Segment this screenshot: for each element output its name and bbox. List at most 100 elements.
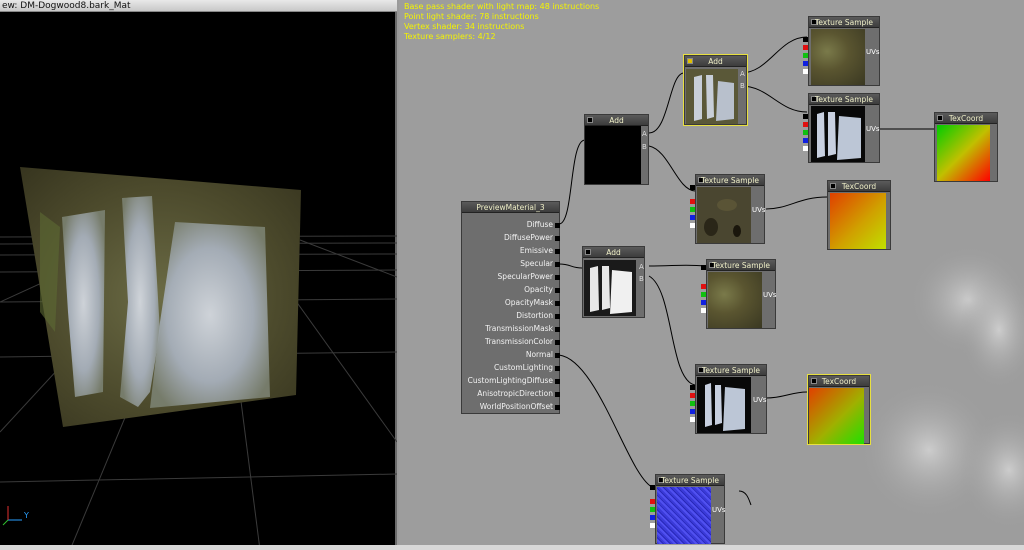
output-rgb-pin[interactable] <box>803 37 808 42</box>
texcoord-node[interactable]: TexCoord <box>934 112 998 182</box>
node-title: Add <box>609 116 624 125</box>
input-customlightingdiffuse-pin[interactable] <box>555 379 560 384</box>
material-graph-canvas[interactable]: Base pass shader with light map: 48 inst… <box>399 0 1024 545</box>
node-title: PreviewMaterial_3 <box>476 203 545 212</box>
output-alpha-pin[interactable] <box>650 523 655 528</box>
output-blue-pin[interactable] <box>803 138 808 143</box>
input-diffusepower-label: DiffusePower <box>504 233 553 242</box>
input-worldpositionoffset-pin[interactable] <box>555 405 560 410</box>
output-rgb-pin[interactable] <box>803 114 808 119</box>
output-rgb-pin[interactable] <box>690 385 695 390</box>
uvs-label: UVs <box>752 206 766 214</box>
output-green-pin[interactable] <box>803 130 808 135</box>
output-alpha-pin[interactable] <box>803 69 808 74</box>
add-input-b-label: B <box>642 143 647 151</box>
output-rgb-pin[interactable] <box>701 265 706 270</box>
output-green-pin[interactable] <box>690 401 695 406</box>
output-blue-pin[interactable] <box>701 300 706 305</box>
add-node-selected[interactable]: Add A B <box>683 54 748 126</box>
uvs-label: UVs <box>712 506 726 514</box>
material-preview-viewport[interactable]: ew: DM-Dogwood8.bark_Mat Y <box>0 0 397 550</box>
node-header: Texture Sample <box>656 475 724 486</box>
texture-sample-node-normal[interactable]: Texture Sample UVs <box>650 474 726 544</box>
axis-gizmo <box>2 506 22 526</box>
output-alpha-pin[interactable] <box>690 223 695 228</box>
node-title: Add <box>606 248 621 257</box>
input-normal-pin[interactable] <box>555 353 560 358</box>
preview-material-node[interactable]: PreviewMaterial_3 Diffuse DiffusePower E… <box>461 201 560 414</box>
add-input-a-label: A <box>740 70 745 78</box>
texture-sample-node[interactable]: Texture Sample UVs <box>803 93 880 163</box>
node-header: Add <box>583 247 644 258</box>
node-header: Add <box>585 115 648 126</box>
uvs-label: UVs <box>866 48 880 56</box>
output-rgb-pin[interactable] <box>690 185 695 190</box>
node-title: Texture Sample <box>701 176 759 185</box>
texture-sample-node[interactable]: Texture Sample UVs <box>803 16 880 86</box>
texcoord-node[interactable]: TexCoord <box>827 180 891 250</box>
input-transmissioncolor-pin[interactable] <box>555 340 560 345</box>
texture-sample-node[interactable]: Texture Sample UVs <box>690 174 766 244</box>
output-blue-pin[interactable] <box>690 215 695 220</box>
output-blue-pin[interactable] <box>690 409 695 414</box>
node-preview-lichen <box>686 69 738 124</box>
output-green-pin[interactable] <box>803 53 808 58</box>
output-green-pin[interactable] <box>701 292 706 297</box>
add-node[interactable]: Add A B <box>582 246 645 318</box>
input-customlightingdiffuse-label: CustomLightingDiffuse <box>467 376 553 385</box>
input-distortion-pin[interactable] <box>555 314 560 319</box>
input-opacity-pin[interactable] <box>555 288 560 293</box>
node-preview-uv-gradient <box>937 125 990 181</box>
node-preview-bark <box>708 272 762 328</box>
uvs-label: UVs <box>763 291 777 299</box>
node-title: TexCoord <box>841 182 877 191</box>
output-red-pin[interactable] <box>690 393 695 398</box>
input-opacitymask-pin[interactable] <box>555 301 560 306</box>
input-emissive-pin[interactable] <box>555 249 560 254</box>
input-specular-label: Specular <box>520 259 553 268</box>
node-preview-black <box>585 126 641 184</box>
node-title: TexCoord <box>821 377 857 386</box>
input-diffuse-label: Diffuse <box>526 220 553 229</box>
output-red-pin[interactable] <box>701 284 706 289</box>
input-specular-pin[interactable] <box>555 262 560 267</box>
input-anisotropicdirection-pin[interactable] <box>555 392 560 397</box>
output-alpha-pin[interactable] <box>690 417 695 422</box>
input-transmissioncolor-label: TransmissionColor <box>484 337 553 346</box>
texcoord-node[interactable]: TexCoord <box>807 374 871 445</box>
output-green-pin[interactable] <box>690 207 695 212</box>
texture-sample-node[interactable]: Texture Sample UVs <box>690 364 767 434</box>
node-preview-uv-gradient <box>809 388 864 444</box>
node-header: TexCoord <box>809 376 869 387</box>
node-preview-uv-gradient <box>830 193 886 249</box>
input-transmissionmask-pin[interactable] <box>555 327 560 332</box>
output-red-pin[interactable] <box>650 499 655 504</box>
add-input-b-label: B <box>740 82 745 90</box>
output-blue-pin[interactable] <box>803 61 808 66</box>
output-red-pin[interactable] <box>690 199 695 204</box>
output-alpha-pin[interactable] <box>701 308 706 313</box>
node-title: Texture Sample <box>815 95 873 104</box>
output-rgb-pin[interactable] <box>650 485 655 490</box>
input-customlighting-pin[interactable] <box>555 366 560 371</box>
output-green-pin[interactable] <box>650 507 655 512</box>
texture-sample-node[interactable]: Texture Sample UVs <box>701 259 777 329</box>
input-distortion-label: Distortion <box>516 311 553 320</box>
input-diffuse-pin[interactable] <box>555 223 560 228</box>
output-blue-pin[interactable] <box>650 515 655 520</box>
output-red-pin[interactable] <box>803 45 808 50</box>
input-specularpower-pin[interactable] <box>555 275 560 280</box>
uvs-label: UVs <box>866 125 880 133</box>
output-red-pin[interactable] <box>803 122 808 127</box>
node-preview-bark-knots <box>697 187 751 243</box>
add-node[interactable]: Add A B <box>584 114 649 185</box>
add-input-b-label: B <box>639 275 644 283</box>
node-preview-normal-map <box>657 487 711 544</box>
output-alpha-pin[interactable] <box>803 146 808 151</box>
node-title: Texture Sample <box>712 261 770 270</box>
add-input-a-label: A <box>639 263 644 271</box>
node-preview-bark <box>811 29 865 85</box>
input-diffusepower-pin[interactable] <box>555 236 560 241</box>
input-specularpower-label: SpecularPower <box>497 272 553 281</box>
node-preview-lichen-mask <box>811 106 865 162</box>
